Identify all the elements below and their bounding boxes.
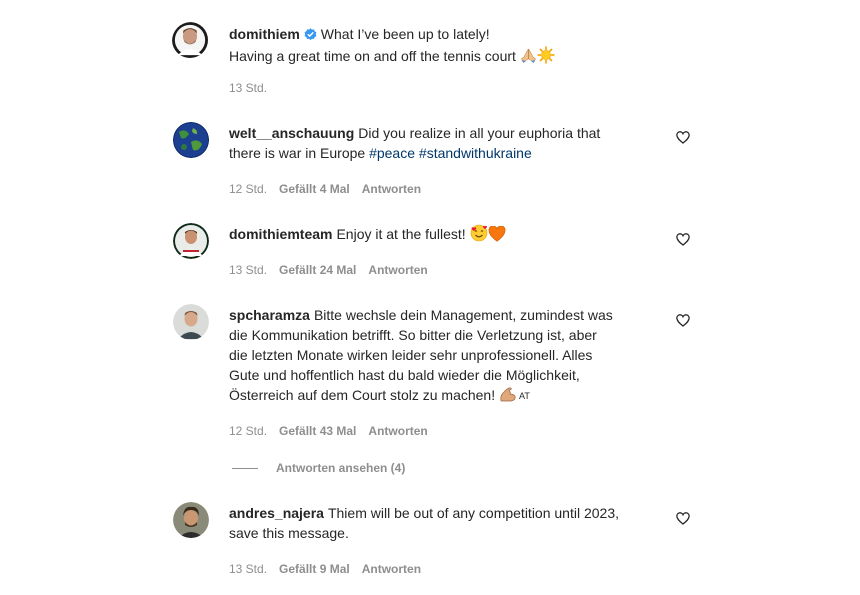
caption-line-2: Having a great time on and off the tenni… (229, 48, 516, 64)
comment-text-line-4: Gute und hoffentlich hast du bald wieder… (229, 367, 580, 383)
avatar-image (173, 502, 209, 538)
avatar-image (173, 223, 209, 259)
post-caption: domithiem What I’ve been up to lately! Ha… (229, 24, 669, 69)
comment-avatar-andres-najera[interactable] (173, 502, 209, 538)
reply-button[interactable]: Antworten (368, 262, 427, 278)
post-time[interactable]: 13 Std. (229, 80, 267, 96)
comment-username[interactable]: domithiemteam (229, 226, 332, 242)
hashtag-link[interactable]: #peace (369, 145, 415, 161)
comment-like-count[interactable]: Gefällt 24 Mal (279, 262, 356, 278)
caption-line-1: What I’ve been up to lately! (320, 26, 490, 42)
comment-text-line-2: save this message. (229, 525, 349, 541)
comment-body: spcharamza Bitte wechsle dein Management,… (229, 305, 669, 408)
comment-text-line-1: Thiem will be out of any competition unt… (327, 505, 619, 521)
avatar-image (172, 22, 208, 58)
comment-body: andres_najera Thiem will be out of any co… (229, 503, 669, 543)
like-heart-icon[interactable] (676, 131, 690, 145)
comment-like-count[interactable]: Gefällt 4 Mal (279, 181, 350, 197)
folded-hands-emoji-icon (520, 47, 537, 69)
orange-heart-emoji-icon (488, 225, 506, 247)
comment-text-line-1: Did you realize in all your euphoria tha… (358, 125, 601, 141)
comment-like-count[interactable]: Gefällt 9 Mal (279, 561, 350, 577)
replies-divider-line (232, 467, 258, 469)
comment-meta: 13 Std. Gefällt 24 Mal Antworten (229, 262, 428, 278)
post-username[interactable]: domithiem (229, 26, 300, 42)
comment-text-line-5: Österreich auf dem Court stolz zu machen… (229, 387, 496, 403)
like-heart-icon[interactable] (676, 512, 690, 526)
comment-time[interactable]: 12 Std. (229, 423, 267, 439)
hashtag-link[interactable]: #standwithukraine (419, 145, 532, 161)
comment-text-line-1: Bitte wechsle dein Management, zumindest… (313, 307, 613, 323)
comment-username[interactable]: welt__anschauung (229, 125, 354, 141)
comment-username[interactable]: spcharamza (229, 307, 310, 323)
country-flag-tag: AT (519, 391, 530, 401)
comment-time[interactable]: 13 Std. (229, 561, 267, 577)
comment-text-line-2: there is war in Europe (229, 145, 366, 161)
comment-meta: 12 Std. Gefällt 4 Mal Antworten (229, 181, 421, 197)
comment-avatar-spcharamza[interactable] (173, 304, 209, 340)
comment-body: welt__anschauung Did you realize in all y… (229, 123, 669, 163)
comment-time[interactable]: 12 Std. (229, 181, 267, 197)
avatar-image (173, 122, 209, 158)
smiling-face-with-hearts-emoji-icon (470, 224, 488, 247)
comment-meta: 13 Std. Gefällt 9 Mal Antworten (229, 561, 421, 577)
comment-text-line-2: die Kommunikation betrifft. So bitter di… (229, 327, 597, 343)
comment-text-line-3: die letzten Monate wirken leider sehr un… (229, 347, 593, 363)
comment-like-count[interactable]: Gefällt 43 Mal (279, 423, 356, 439)
comment-time[interactable]: 13 Std. (229, 262, 267, 278)
comment-username[interactable]: andres_najera (229, 505, 324, 521)
post-author-avatar[interactable] (172, 22, 210, 60)
comment-body: domithiemteam Enjoy it at the fullest! (229, 224, 669, 247)
avatar-image (173, 304, 209, 340)
post-meta: 13 Std. (229, 80, 267, 96)
comment-avatar-welt-anschauung[interactable] (173, 122, 209, 158)
like-heart-icon[interactable] (676, 314, 690, 328)
reply-button[interactable]: Antworten (362, 561, 421, 577)
view-replies-button[interactable]: Antworten ansehen (4) (232, 461, 405, 475)
verified-badge-icon (304, 26, 317, 46)
comment-avatar-domithiemteam[interactable] (173, 223, 209, 259)
view-replies-label: Antworten ansehen (4) (276, 461, 406, 475)
reply-button[interactable]: Antworten (362, 181, 421, 197)
comment-text: Enjoy it at the fullest! (336, 226, 466, 242)
reply-button[interactable]: Antworten (368, 423, 427, 439)
flexed-biceps-emoji-icon (499, 386, 517, 408)
sun-emoji-icon (537, 46, 555, 69)
like-heart-icon[interactable] (676, 233, 690, 247)
comment-meta: 12 Std. Gefällt 43 Mal Antworten (229, 423, 428, 439)
